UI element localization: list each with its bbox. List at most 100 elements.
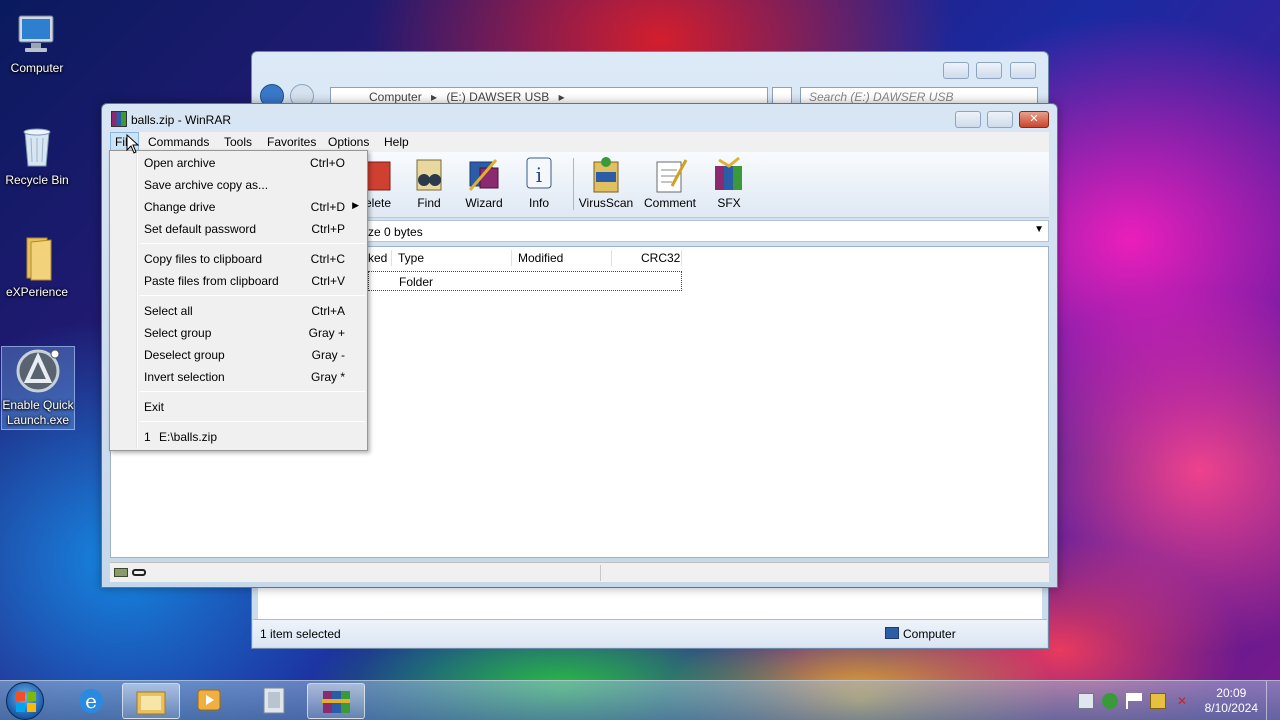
table-row[interactable]: Folder [368,271,682,291]
network-icon[interactable] [1150,693,1166,709]
menu-item-set-default-password[interactable]: Set default password Ctrl+P [112,218,365,240]
volume-muted-icon[interactable]: ✕ [1174,693,1190,709]
find-icon [411,156,447,194]
breadcrumb-drive[interactable]: (E:) DAWSER USB [446,90,549,104]
taskbar-internet-explorer[interactable]: e [62,683,120,719]
status-text: 1 item selected [260,627,341,641]
info-icon: i [521,156,557,194]
breadcrumb-chevron-icon: ▸ [558,90,565,104]
taskbar: e ✕ 20:09 8/10/2024 [0,680,1280,720]
toolbar-info-button[interactable]: i Info [509,156,569,210]
maximize-button[interactable] [976,62,1002,79]
menu-options[interactable]: Options [328,135,369,149]
minimize-button[interactable] [955,111,981,128]
menu-separator [140,391,365,392]
menu-favorites[interactable]: Favorites [267,135,316,149]
desktop-icon-label: Recycle Bin [5,173,69,187]
svg-text:i: i [536,163,542,187]
windows-logo-icon [16,692,36,712]
taskbar-archive-app[interactable] [246,683,304,719]
key-icon [132,569,146,576]
toolbar-label: Info [528,196,549,210]
menu-item-open-archive[interactable]: Open archive Ctrl+O [112,152,365,174]
breadcrumb-chevron-icon: ▸ [431,90,438,104]
toolbar-label: Wizard [465,196,503,210]
start-button[interactable] [6,682,44,720]
clock-date: 8/10/2024 [1204,701,1258,715]
wizard-icon [466,156,502,194]
menu-item-copy-files-to-clipboard[interactable]: Copy files to clipboard Ctrl+C [112,248,365,270]
window-title: balls.zip - WinRAR [131,113,232,127]
row-type: Folder [399,275,434,289]
minimize-button[interactable] [943,62,969,79]
svg-text:e: e [85,689,97,713]
column-divider[interactable] [511,250,512,266]
menu-commands[interactable]: Commands [148,135,209,149]
archive-path-text: ze 0 bytes [368,225,423,239]
mouse-cursor-icon [126,133,140,157]
chevron-down-icon[interactable]: ▼ [1034,224,1044,235]
flag-icon[interactable] [1126,693,1142,709]
column-divider[interactable] [681,250,682,266]
menu-item-recent-archive[interactable]: 1 E:\balls.zip [112,426,365,448]
file-menu: Open archive Ctrl+O Save archive copy as… [109,150,368,451]
menu-separator [140,243,365,244]
menu-separator [140,295,365,296]
toolbar-label: VirusScan [578,196,634,210]
column-header-type[interactable]: Type [398,247,424,269]
column-header-crc32[interactable]: CRC32 [641,247,680,269]
menu-item-paste-files-from-clipboard[interactable]: Paste files from clipboard Ctrl+V [112,270,365,292]
close-button[interactable]: ✕ [1019,111,1049,128]
column-divider[interactable] [391,250,392,266]
toolbar-sfx-button[interactable]: SFX [699,156,759,210]
column-header-packed[interactable]: ked [368,247,387,269]
recycle-bin-icon [13,122,61,170]
taskbar-media-player[interactable] [182,683,240,719]
menu-tools[interactable]: Tools [224,135,252,149]
maximize-button[interactable] [987,111,1013,128]
folder-icon [136,691,166,715]
toolbar-virusscan-button[interactable]: VirusScan [576,156,636,210]
taskbar-explorer[interactable] [122,683,180,719]
breadcrumb-computer[interactable]: Computer [369,90,422,104]
toolbar-separator [573,158,574,210]
sfx-icon [711,156,747,194]
menu-help[interactable]: Help [384,135,409,149]
toolbar-find-button[interactable]: Find [399,156,459,210]
desktop-icon-label: Computer [10,61,64,75]
menubar: File Commands Tools Favorites Options He… [110,132,1049,152]
toolbar-comment-button[interactable]: Comment [640,156,700,210]
column-divider[interactable] [611,250,612,266]
virusscan-icon [588,156,624,194]
desktop-icon-experience[interactable]: eXPerience [0,234,74,299]
media-player-icon [197,689,221,711]
menu-item-select-all[interactable]: Select all Ctrl+A [112,300,365,322]
desktop-icon-label: Enable Quick Launch.exe [2,398,74,427]
menu-item-deselect-group[interactable]: Deselect group Gray - [112,344,365,366]
menu-item-invert-selection[interactable]: Invert selection Gray * [112,366,365,388]
desktop-icon-computer[interactable]: Computer [0,10,74,75]
drive-icon [114,568,128,577]
status-divider [600,565,601,581]
desktop-icon-enable-quick-launch[interactable]: Enable Quick Launch.exe [1,346,75,430]
desktop-icon-recycle-bin[interactable]: Recycle Bin [0,122,74,187]
toolbar-wizard-button[interactable]: Wizard [454,156,514,210]
menu-item-exit[interactable]: Exit [112,396,365,418]
show-desktop-button[interactable] [1266,681,1280,720]
folder-icon [13,234,61,282]
close-button[interactable] [1010,62,1036,79]
action-center-icon[interactable] [1078,693,1094,709]
internet-explorer-icon: e [79,689,103,713]
menu-item-save-archive-copy[interactable]: Save archive copy as... [112,174,365,196]
taskbar-clock[interactable]: 20:09 8/10/2024 [1205,686,1258,716]
menu-item-change-drive[interactable]: Change drive Ctrl+D ▶ [112,196,365,218]
safely-remove-hardware-icon[interactable] [1102,693,1118,709]
taskbar-winrar[interactable] [307,683,365,719]
explorer-statusbar: 1 item selected Computer [253,619,1047,647]
column-header-modified[interactable]: Modified [518,247,563,269]
toolbar-label: Find [417,196,441,210]
menu-item-select-group[interactable]: Select group Gray + [112,322,365,344]
desktop-icon-label: eXPerience [5,285,69,299]
winrar-statusbar [110,562,1049,582]
submenu-arrow-icon: ▶ [352,200,359,210]
